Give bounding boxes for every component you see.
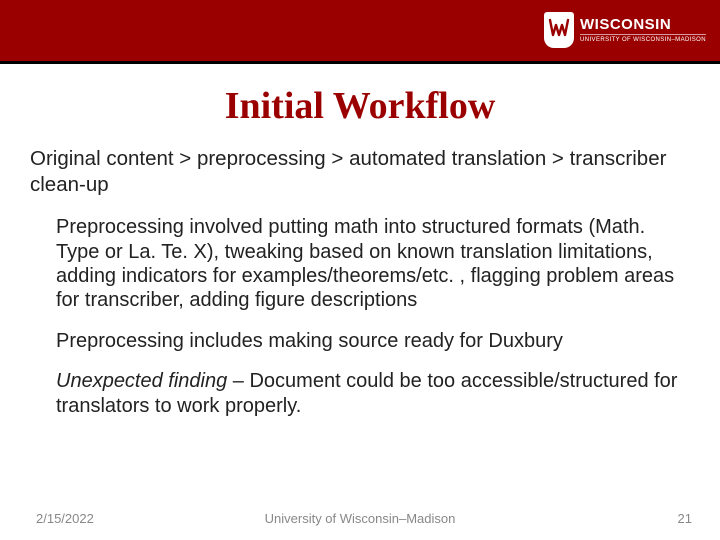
slide: WISCONSIN UNIVERSITY OF WISCONSIN–MADISO… — [0, 0, 720, 540]
brand-name: WISCONSIN — [580, 17, 706, 32]
footer-page-number: 21 — [678, 511, 692, 526]
paragraph-duxbury: Preprocessing includes making source rea… — [56, 329, 690, 353]
paragraph-unexpected-finding: Unexpected finding – Document could be t… — [56, 369, 690, 418]
slide-body: Original content > preprocessing > autom… — [0, 128, 720, 434]
logo-text: WISCONSIN UNIVERSITY OF WISCONSIN–MADISO… — [580, 17, 706, 43]
crest-icon — [544, 12, 574, 48]
university-logo: WISCONSIN UNIVERSITY OF WISCONSIN–MADISO… — [544, 12, 706, 48]
footer-org: University of Wisconsin–Madison — [0, 511, 720, 526]
slide-footer: 2/15/2022 University of Wisconsin–Madiso… — [0, 511, 720, 526]
footer-date: 2/15/2022 — [36, 511, 94, 526]
brand-subline: UNIVERSITY OF WISCONSIN–MADISON — [580, 34, 706, 43]
workflow-pipeline: Original content > preprocessing > autom… — [30, 146, 690, 197]
paragraph-preprocessing-details: Preprocessing involved putting math into… — [56, 215, 690, 313]
unexpected-finding-lead: Unexpected finding — [56, 370, 227, 392]
header-bar: WISCONSIN UNIVERSITY OF WISCONSIN–MADISO… — [0, 0, 720, 64]
slide-title: Initial Workflow — [0, 84, 720, 128]
